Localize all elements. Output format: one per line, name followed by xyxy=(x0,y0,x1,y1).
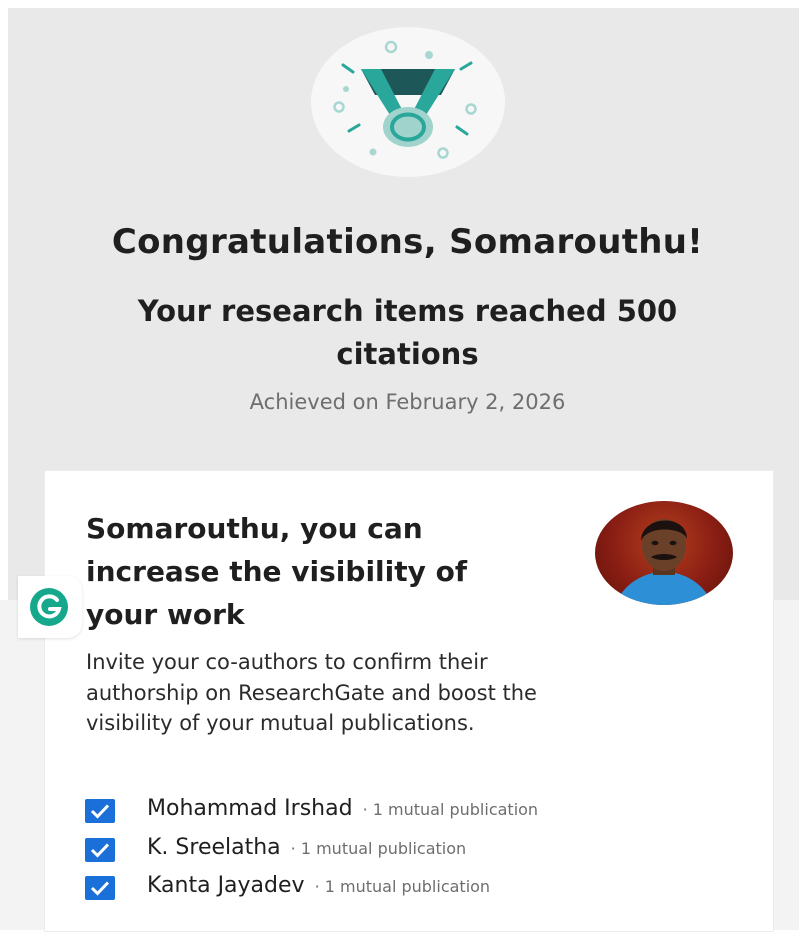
coauthor-name-text: Kanta Jayadev xyxy=(147,873,305,898)
list-item: K. Sreelatha · 1 mutual publication xyxy=(85,835,745,874)
checkmark-icon xyxy=(90,881,110,896)
mutual-publication-count: · 1 mutual publication xyxy=(290,838,467,858)
achieved-date: Achieved on February 2, 2026 xyxy=(249,390,566,414)
checkmark-icon xyxy=(90,842,110,858)
avatar xyxy=(595,501,733,605)
grammarly-icon xyxy=(30,588,68,626)
coauthor-name: K. Sreelatha · 1 mutual publication xyxy=(147,835,466,860)
coauthor-list: Mohammad Irshad · 1 mutual publication K.… xyxy=(85,796,745,912)
checkbox-k-sreelatha[interactable] xyxy=(85,837,115,862)
mutual-publication-count: · 1 mutual publication xyxy=(362,800,539,819)
coauthor-name: Kanta Jayadev · 1 mutual publication xyxy=(147,873,490,898)
congratulations-heading: Congratulations, Somarouthu! xyxy=(111,222,704,262)
mutual-publication-count: · 1 mutual publication xyxy=(314,877,491,896)
list-item: Kanta Jayadev · 1 mutual publication xyxy=(85,873,745,912)
checkbox-mohammad-irshad[interactable] xyxy=(85,799,115,823)
coauthor-name-text: K. Sreelatha xyxy=(147,834,281,860)
checkbox-kanta-jayadev[interactable] xyxy=(85,876,115,900)
invite-description: Invite your co-authors to confirm their … xyxy=(86,650,537,735)
achievement-subheading: Your research items reached 500 citation… xyxy=(137,294,678,371)
coauthor-name: Mohammad Irshad · 1 mutual publication xyxy=(147,796,538,821)
grammarly-button[interactable] xyxy=(18,576,82,638)
card-title: Somarouthu, you can increase the visibil… xyxy=(86,512,468,631)
visibility-card: Somarouthu, you can increase the visibil… xyxy=(44,470,774,932)
coauthor-name-text: Mohammad Irshad xyxy=(147,796,353,821)
medal-icon xyxy=(311,27,505,177)
checkmark-icon xyxy=(90,804,110,819)
list-item: Mohammad Irshad · 1 mutual publication xyxy=(85,796,745,835)
